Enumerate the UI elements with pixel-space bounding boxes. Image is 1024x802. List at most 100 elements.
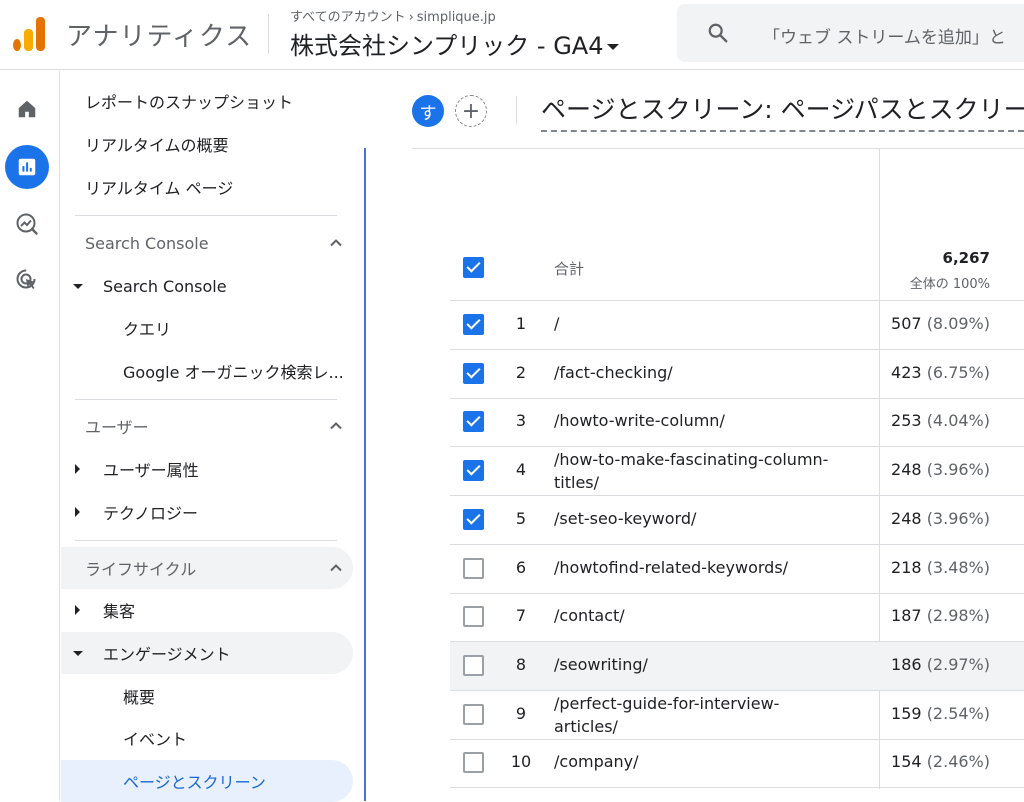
metric-value: 423 (891, 363, 922, 382)
page-path[interactable]: /fact-checking/ (554, 361, 834, 384)
nav-item-realtime-overview[interactable]: リアルタイムの概要 (61, 123, 353, 165)
page-path[interactable]: /perfect-guide-for-interview-articles/ (554, 692, 834, 738)
caret-down-icon (607, 44, 620, 50)
page-path[interactable]: /seowriting/ (554, 653, 834, 676)
explore-icon[interactable] (5, 202, 49, 246)
report-navigation: レポートのスナップショット リアルタイムの概要 リアルタイム ページ Searc… (61, 71, 365, 802)
advertising-icon[interactable] (5, 258, 49, 302)
home-icon[interactable] (5, 87, 49, 131)
metric-percent: (2.97%) (926, 655, 990, 674)
account-breadcrumb-all[interactable]: すべてのアカウント (290, 10, 406, 25)
row-checkbox[interactable] (463, 655, 484, 676)
metric-value: 186 (891, 655, 922, 674)
row-number: 7 (515, 606, 527, 625)
metric-percent: (3.96%) (926, 509, 990, 528)
page-path[interactable]: /set-seo-keyword/ (554, 507, 834, 530)
nav-group-label: 集客 (103, 602, 136, 621)
nav-section-search-console[interactable]: Search Console (61, 222, 353, 264)
search-box[interactable]: 「ウェブ ストリームを追加」と (677, 4, 1024, 62)
nav-section-user[interactable]: ユーザー (61, 405, 353, 447)
metric-value: 159 (891, 704, 922, 723)
page-path[interactable]: /contact/ (554, 604, 834, 627)
metric-percent: (2.54%) (926, 704, 990, 723)
nav-item-organic-search[interactable]: Google オーガニック検索レ... (61, 350, 353, 392)
nav-item-queries[interactable]: クエリ (61, 307, 353, 349)
app-title: アナリティクス (66, 22, 253, 52)
table-row[interactable]: 10/company/154 (2.46%) (450, 739, 1024, 788)
table-row[interactable]: 6/howtofind-related-keywords/218 (3.48%) (450, 545, 1024, 594)
nav-divider (75, 215, 337, 216)
row-checkbox[interactable] (463, 460, 484, 481)
nav-item-snapshot[interactable]: レポートのスナップショット (61, 80, 353, 122)
analytics-logo-icon[interactable] (13, 17, 45, 51)
property-selector[interactable]: 株式会社シンプリック - GA4 (290, 26, 620, 61)
select-all-checkbox[interactable] (463, 257, 484, 278)
table-row[interactable]: 7/contact/187 (2.98%) (450, 593, 1024, 642)
nav-section-label: ライフサイクル (85, 560, 197, 579)
search-icon (708, 23, 728, 43)
property-name: 株式会社シンプリック - GA4 (290, 32, 604, 60)
nav-section-label: Search Console (85, 233, 209, 253)
add-comparison-button[interactable]: + (455, 95, 487, 127)
row-checkbox[interactable] (463, 411, 484, 432)
row-checkbox[interactable] (463, 704, 484, 725)
row-number: 4 (515, 460, 527, 479)
metric-cell: 186 (2.97%) (880, 655, 990, 674)
table-row[interactable]: 8/seowriting/186 (2.97%) (450, 642, 1024, 691)
left-rail (0, 71, 60, 801)
nav-section-lifecycle[interactable]: ライフサイクル (61, 547, 353, 589)
nav-item-events[interactable]: イベント (61, 717, 353, 759)
nav-group-search-console[interactable]: Search Console (61, 265, 353, 307)
row-number: 10 (510, 752, 532, 771)
nav-item-pages-and-screens[interactable]: ページとスクリーン (61, 760, 353, 802)
page-path[interactable]: / (554, 312, 834, 335)
nav-group-acquisition[interactable]: 集客 (61, 589, 353, 631)
page-path[interactable]: /company/ (554, 750, 834, 773)
table-row[interactable]: 3/howto-write-column/253 (4.04%) (450, 398, 1024, 447)
nav-divider (75, 399, 337, 400)
data-table: 合計 6,267 全体の 100% 1 / 507 (8.09%) 2/fact-ch… (412, 148, 1024, 801)
metric-cell: 248 (3.96%) (880, 509, 990, 528)
metric-value: 507 (891, 314, 922, 333)
table-row[interactable]: 1 / 507 (8.09%) (450, 301, 1024, 350)
nav-group-technology[interactable]: テクノロジー (61, 491, 353, 533)
report-title[interactable]: ページとスクリーン: ページパスとスクリーン (541, 90, 1024, 132)
reports-icon[interactable] (5, 145, 49, 189)
row-checkbox[interactable] (463, 363, 484, 384)
header-divider (268, 14, 269, 54)
account-breadcrumb[interactable]: すべてのアカウント › simplique.jp (290, 6, 496, 25)
metric-percent: (3.48%) (926, 558, 990, 577)
row-checkbox[interactable] (463, 606, 484, 627)
row-checkbox[interactable] (463, 314, 484, 335)
page-path[interactable]: /howtofind-related-keywords/ (554, 556, 834, 579)
row-checkbox[interactable] (463, 558, 484, 579)
row-number: 5 (515, 509, 527, 528)
chevron-right-icon: › (408, 10, 414, 25)
nav-section-label: ユーザー (85, 418, 149, 437)
metric-cell: 159 (2.54%) (880, 704, 990, 723)
nav-item-realtime-pages[interactable]: リアルタイム ページ (61, 166, 353, 208)
nav-divider (75, 540, 337, 541)
caret-down-icon (73, 650, 83, 656)
caret-right-icon (75, 464, 80, 474)
table-row[interactable]: 2/fact-checking/423 (6.75%) (450, 350, 1024, 399)
table-row[interactable]: 9/perfect-guide-for-interview-articles/1… (450, 691, 1024, 740)
comparison-chip-avatar[interactable]: す (412, 95, 444, 127)
metric-cell: 218 (3.48%) (880, 558, 990, 577)
metric-cell: 187 (2.98%) (880, 606, 990, 625)
row-number: 8 (515, 655, 527, 674)
table-row[interactable]: 5/set-seo-keyword/248 (3.96%) (450, 496, 1024, 545)
nav-group-demographics[interactable]: ユーザー属性 (61, 448, 353, 490)
title-divider (516, 96, 517, 124)
nav-group-engagement[interactable]: エンゲージメント (61, 632, 353, 674)
metric-cell: 154 (2.46%) (880, 752, 990, 771)
nav-item-engagement-overview[interactable]: 概要 (61, 675, 353, 717)
metric-percent: (4.04%) (926, 411, 990, 430)
page-path[interactable]: /how-to-make-fascinating-column-titles/ (554, 448, 834, 494)
caret-down-icon (73, 283, 83, 289)
page-path[interactable]: /howto-write-column/ (554, 409, 834, 432)
account-breadcrumb-domain[interactable]: simplique.jp (417, 10, 496, 25)
row-checkbox[interactable] (463, 509, 484, 530)
table-row[interactable]: 4/how-to-make-fascinating-column-titles/… (450, 447, 1024, 496)
row-checkbox[interactable] (463, 752, 484, 773)
